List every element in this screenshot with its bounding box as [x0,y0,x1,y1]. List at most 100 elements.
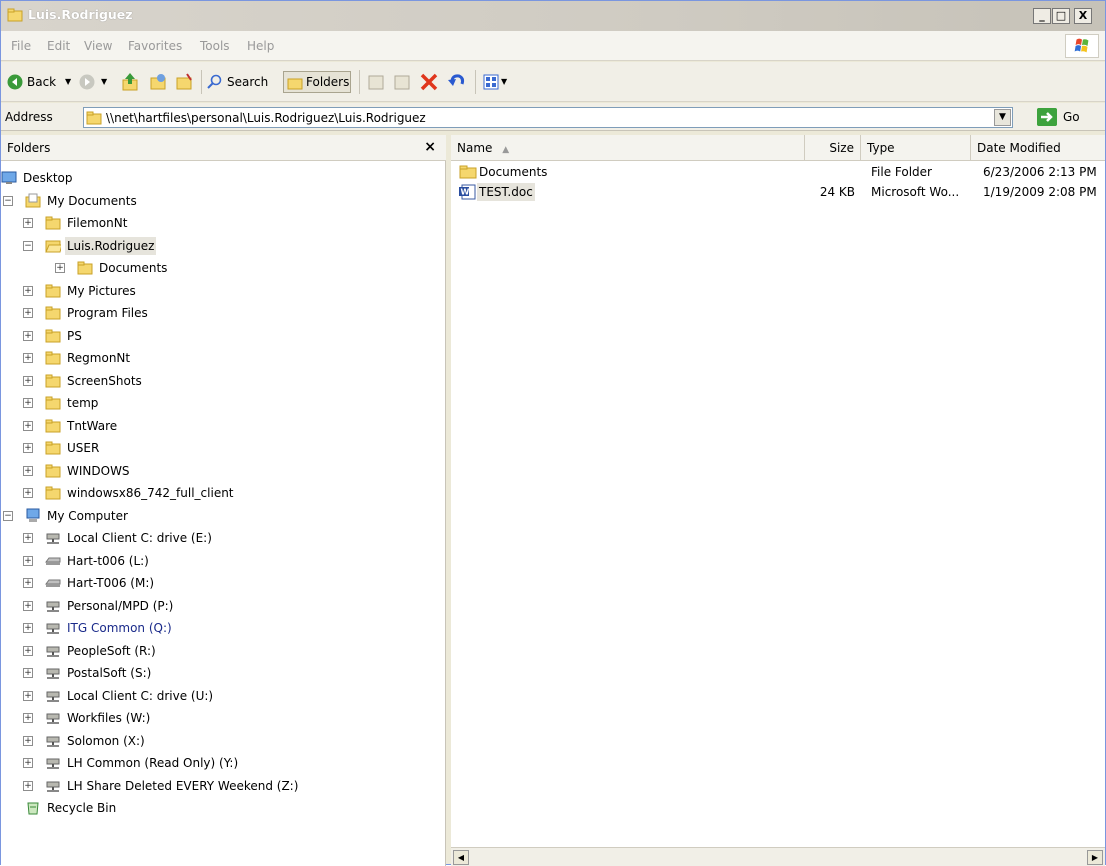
tree-item[interactable]: + Solomon (X:) [1,732,446,752]
expander-icon[interactable]: − [3,510,13,521]
search-label: Search [227,75,269,89]
expander-icon[interactable]: + [55,263,65,273]
expander-icon[interactable]: + [23,420,33,431]
menu-tools[interactable]: Tools [200,39,230,53]
tree-item[interactable]: + USER [1,439,446,459]
tree-item[interactable]: + Hart-T006 (M:) [1,574,446,594]
expander-icon[interactable]: + [23,690,33,701]
tree-item[interactable]: + ITG Common (Q:) [1,619,446,639]
expander-icon[interactable]: + [23,758,33,768]
address-input[interactable]: \\net\hartfiles\personal\Luis.Rodriguez\… [83,107,1013,128]
tree-item[interactable]: + ScreenShots [1,372,446,392]
move-to-icon[interactable] [367,71,385,93]
scroll-left-icon[interactable]: ◀ [453,850,469,865]
tree-item[interactable]: + LH Share Deleted EVERY Weekend (Z:) [1,777,446,797]
expander-icon[interactable]: + [23,780,33,791]
tree-item[interactable]: + Personal/MPD (P:) [1,597,446,617]
expander-icon[interactable]: + [23,555,33,566]
tree-item[interactable]: + FilemonNt [1,214,446,234]
tree-item[interactable]: + PostalSoft (S:) [1,664,446,684]
expander-icon[interactable]: + [23,533,33,543]
expander-icon[interactable]: + [23,465,33,476]
menu-help[interactable]: Help [247,39,274,53]
expander-icon[interactable]: + [23,308,33,318]
maximize-button[interactable]: □ [1052,8,1070,24]
tree-item[interactable]: − Luis.Rodriguez [1,236,446,257]
column-header-date-modified[interactable]: Date Modified [971,135,1105,161]
back-dropdown-icon[interactable]: ▼ [65,71,71,93]
tree-item[interactable]: + temp [1,394,446,414]
column-header-type[interactable]: Type [861,135,971,161]
tree-item[interactable]: Recycle Bin [1,799,446,819]
tree-item[interactable]: + Hart-t006 (L:) [1,552,446,572]
folders-label: Folders [306,75,350,89]
file-row[interactable]: W TEST.doc 24 KB Microsoft Wo... 1/19/20… [451,183,1105,201]
expander-icon[interactable]: + [23,600,33,611]
tree-item[interactable]: − My Documents [1,192,446,212]
expander-icon[interactable]: + [23,668,33,678]
expander-icon[interactable]: + [23,713,33,723]
expander-icon[interactable]: + [23,488,33,498]
title-bar[interactable]: Luis.Rodriguez _ □ X [1,1,1105,31]
expander-icon[interactable]: + [23,218,33,228]
search-button[interactable]: Search [207,71,275,93]
expander-icon[interactable]: + [23,375,33,386]
tree-item[interactable]: + WINDOWS [1,462,446,482]
drive-icon [45,579,61,587]
folder-options-icon[interactable] [175,71,193,93]
address-bar: Address \\net\hartfiles\personal\Luis.Ro… [1,103,1105,131]
tree-item[interactable]: + TntWare [1,417,446,437]
scroll-right-icon[interactable]: ▶ [1087,850,1103,865]
file-row[interactable]: Documents File Folder 6/23/2006 2:13 PM [451,163,1105,181]
delete-icon[interactable] [419,71,439,93]
folders-pane-close-button[interactable]: × [424,139,436,155]
tree-item[interactable]: Desktop [1,169,446,189]
tree-item[interactable]: + Documents [1,259,446,279]
folders-pane-title: Folders [7,141,51,155]
expander-icon[interactable]: + [23,623,33,633]
tree-item[interactable]: + windowsx86_742_full_client [1,484,446,504]
undo-icon[interactable] [447,71,467,93]
tree-item[interactable]: + Program Files [1,304,446,324]
tree-item[interactable]: + Workfiles (W:) [1,709,446,729]
column-header-name[interactable]: Name ▲ [451,135,805,161]
expander-icon[interactable]: − [3,195,13,206]
expander-icon[interactable]: + [23,330,33,341]
tree-item[interactable]: + Local Client C: drive (U:) [1,687,446,707]
folder-sync-icon[interactable] [149,71,167,93]
copy-to-icon[interactable] [393,71,411,93]
window-title: Luis.Rodriguez [28,7,133,22]
column-header-size[interactable]: Size [805,135,861,161]
folder-icon [45,441,61,455]
up-folder-icon[interactable] [121,71,139,93]
minimize-button[interactable]: _ [1033,8,1051,24]
menu-view[interactable]: View [84,39,112,53]
tree-item[interactable]: + PeopleSoft (R:) [1,642,446,662]
expander-icon[interactable]: + [23,398,33,408]
tree-item[interactable]: + LH Common (Read Only) (Y:) [1,754,446,774]
tree-item[interactable]: + My Pictures [1,282,446,302]
file-date-modified: 6/23/2006 2:13 PM [983,165,1097,179]
tree-item[interactable]: + Local Client C: drive (E:) [1,529,446,549]
close-button[interactable]: X [1074,8,1092,24]
menu-file[interactable]: File [11,39,31,53]
folders-button[interactable]: Folders [283,71,351,93]
tree-item[interactable]: − My Computer [1,507,446,527]
expander-icon[interactable]: + [23,645,33,656]
tree-item[interactable]: + RegmonNt [1,349,446,369]
tree-item[interactable]: + PS [1,327,446,347]
menu-favorites[interactable]: Favorites [128,39,182,53]
forward-dropdown-icon[interactable]: ▼ [101,71,107,93]
folder-icon [7,8,23,22]
expander-icon[interactable]: + [23,353,33,363]
address-dropdown-icon[interactable]: ▼ [994,109,1011,126]
expander-icon[interactable]: + [23,285,33,296]
views-button[interactable]: ▼ [483,71,513,93]
expander-icon[interactable]: + [23,443,33,453]
expander-icon[interactable]: + [23,578,33,588]
expander-icon[interactable]: + [23,735,33,746]
menu-edit[interactable]: Edit [47,39,70,53]
expander-icon[interactable]: − [23,240,33,251]
horizontal-scrollbar[interactable]: ◀ ▶ [451,847,1105,866]
go-label: Go [1063,110,1080,124]
